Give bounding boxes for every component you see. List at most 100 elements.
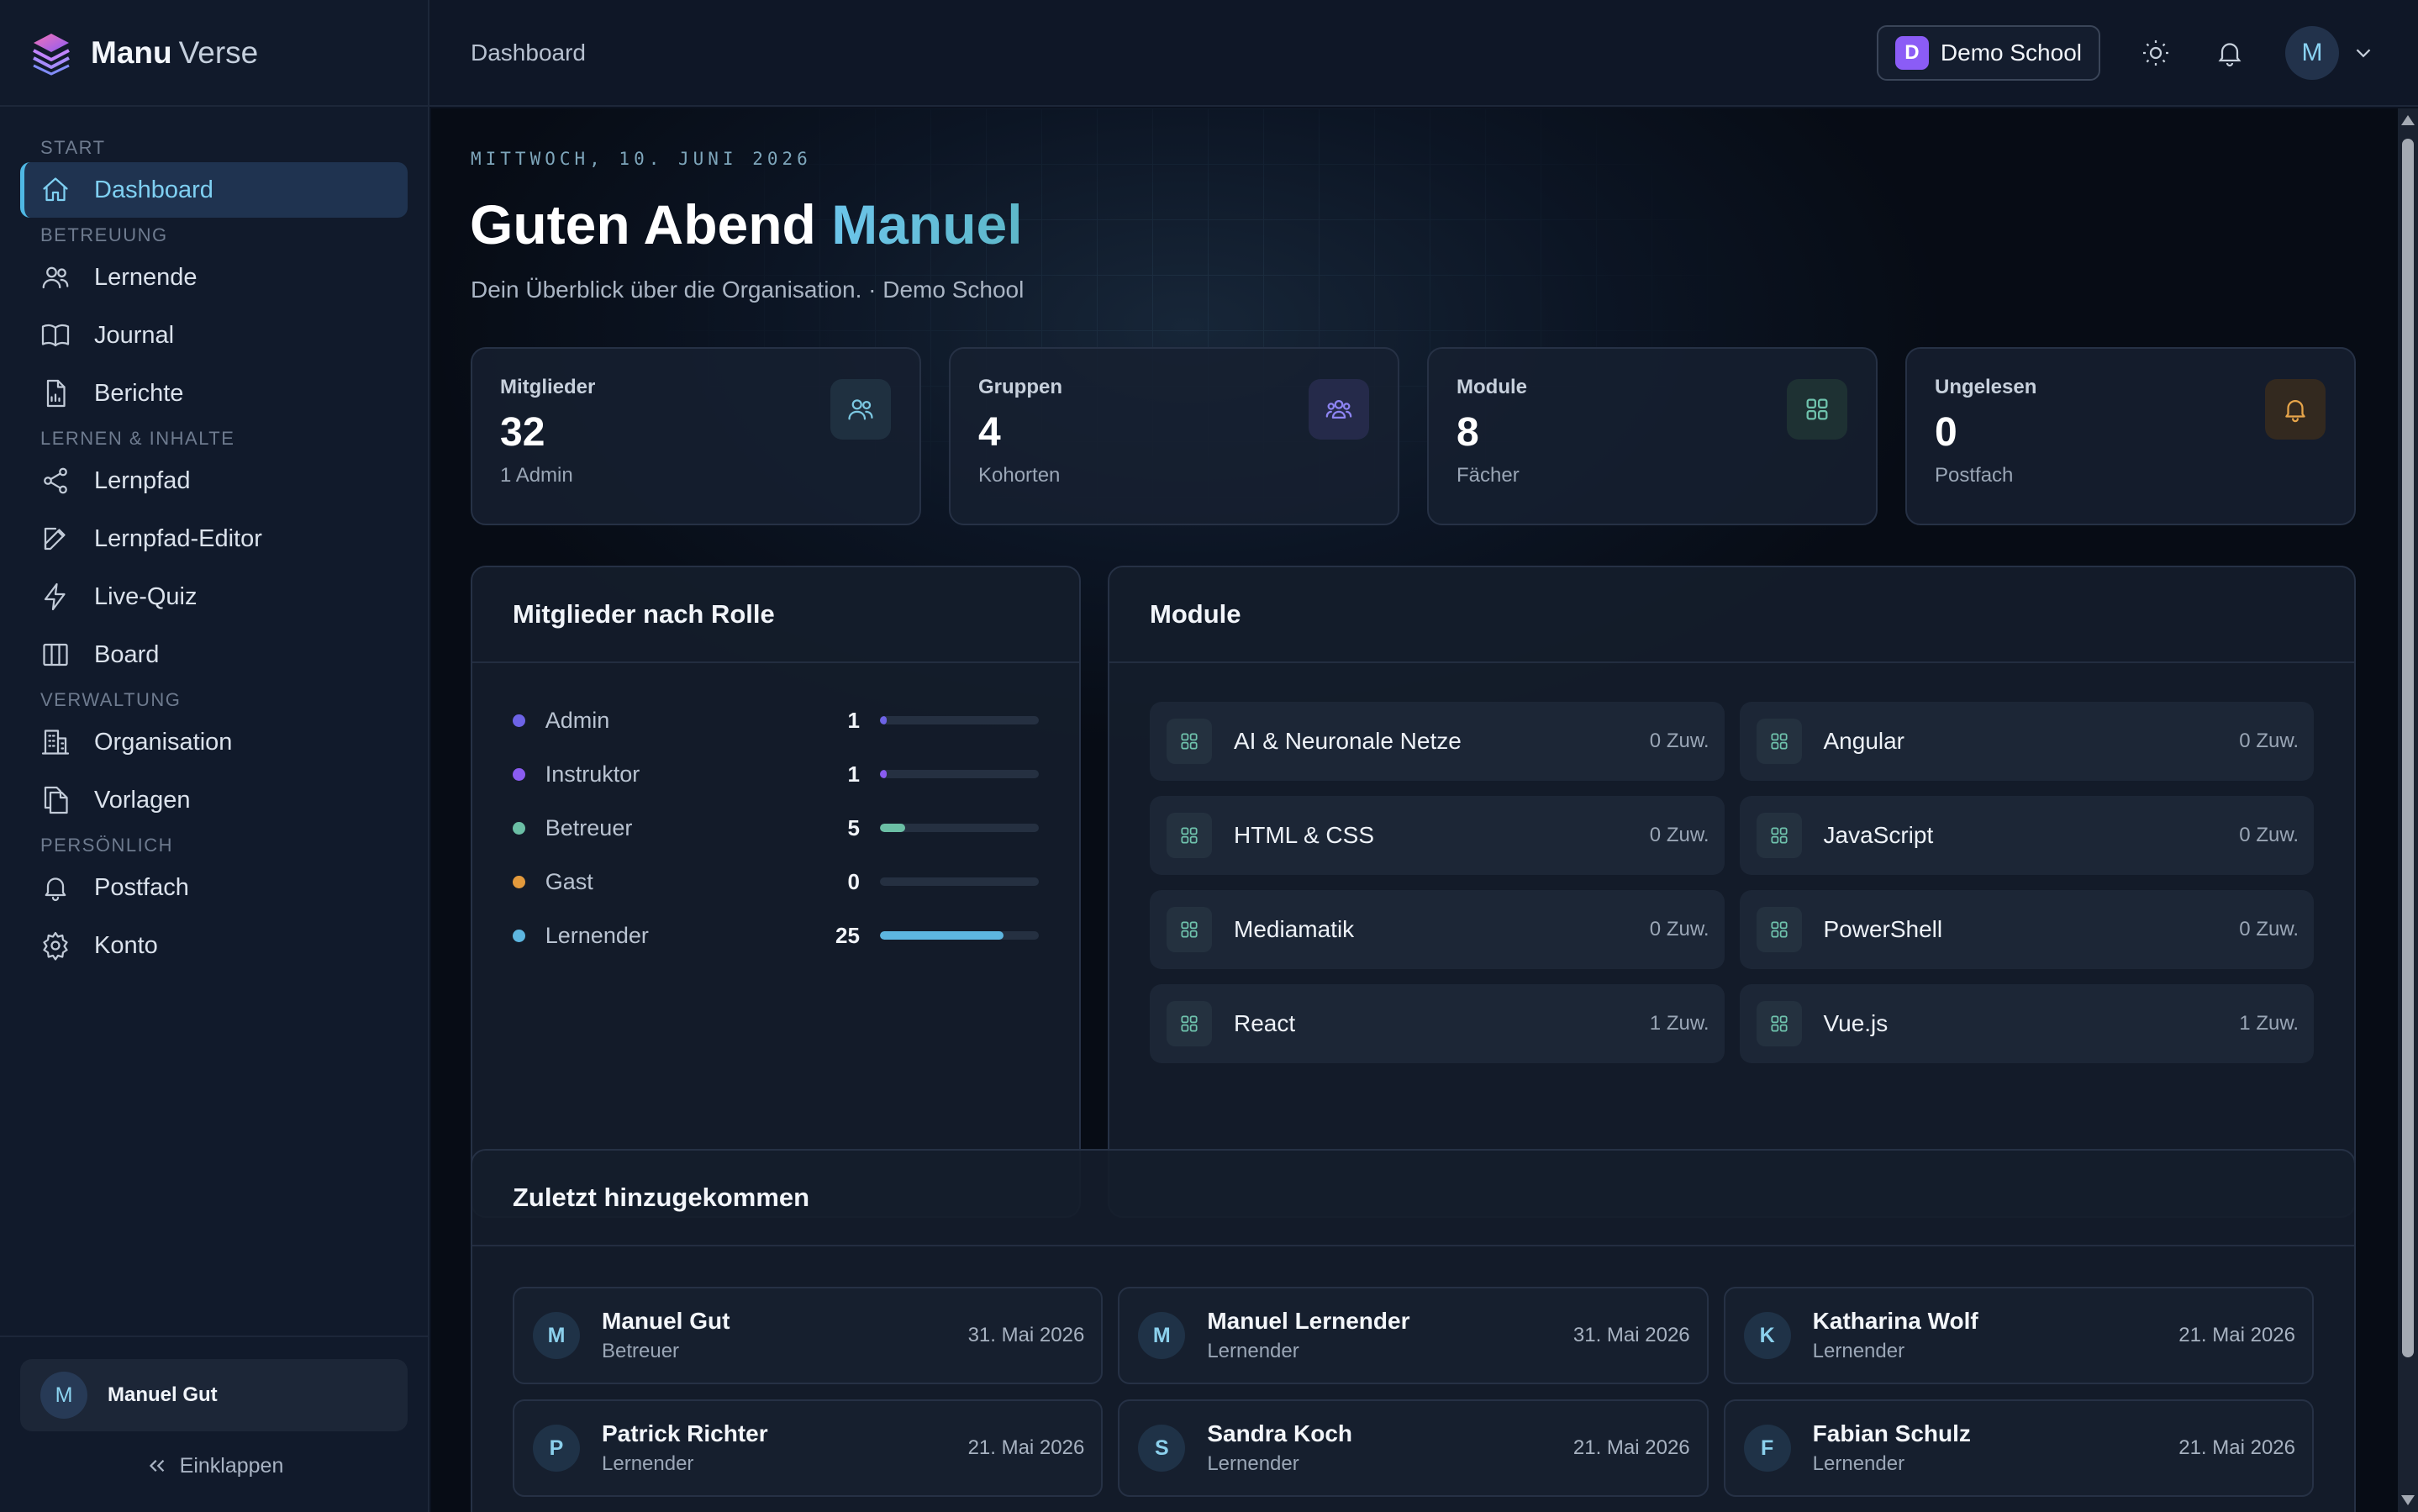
sidebar-item-label: Dashboard bbox=[94, 176, 213, 203]
scroll-up-arrow[interactable] bbox=[2401, 115, 2415, 125]
sidebar-user-card[interactable]: M Manuel Gut bbox=[20, 1359, 408, 1431]
role-row: Gast 0 bbox=[513, 855, 1039, 909]
user-avatar-button[interactable]: M bbox=[2285, 25, 2339, 80]
page-title: Guten Abend Manuel bbox=[470, 193, 1023, 256]
role-name: Betreuer bbox=[545, 814, 633, 840]
topbar: Dashboard D Demo School M bbox=[429, 0, 2418, 107]
module-item[interactable]: PowerShell 0 Zuw. bbox=[1739, 890, 2314, 969]
module-item[interactable]: Mediamatik 0 Zuw. bbox=[1150, 890, 1725, 969]
share-icon bbox=[44, 467, 67, 494]
stat-card-gruppen[interactable]: Gruppen 4 Kohorten bbox=[949, 347, 1399, 525]
module-item[interactable]: JavaScript 0 Zuw. bbox=[1739, 796, 2314, 875]
module-item[interactable]: HTML & CSS 0 Zuw. bbox=[1150, 796, 1725, 875]
avatar: P bbox=[533, 1425, 580, 1472]
nav-section-title: BETREUUNG bbox=[40, 224, 168, 245]
module-icon-box bbox=[1167, 813, 1212, 858]
modules-panel-title: Module bbox=[1109, 567, 2354, 663]
roles-list: Admin 1 Instruktor 1 Betreuer 5 Gast 0 Lernender… bbox=[472, 663, 1079, 962]
book-icon bbox=[41, 324, 70, 347]
sun-icon bbox=[2143, 40, 2168, 66]
recent-person-card[interactable]: P Patrick Richter Lernender 21. Mai 2026 bbox=[513, 1399, 1104, 1497]
role-name: Gast bbox=[545, 868, 593, 894]
sidebar-item-label: Board bbox=[94, 640, 160, 668]
brand[interactable]: Manu Verse bbox=[0, 0, 428, 107]
role-dot bbox=[513, 875, 525, 888]
collapse-sidebar-button[interactable]: Einklappen bbox=[20, 1453, 408, 1478]
sidebar-item-konto[interactable]: Konto bbox=[20, 918, 408, 973]
recent-person-card[interactable]: S Sandra Koch Lernender 21. Mai 2026 bbox=[1118, 1399, 1709, 1497]
module-item[interactable]: Angular 0 Zuw. bbox=[1739, 702, 2314, 781]
users-icon bbox=[42, 266, 69, 289]
stat-card-ungelesen[interactable]: Ungelesen 0 Postfach bbox=[1905, 347, 2356, 525]
sidebar-item-lernende[interactable]: Lernende bbox=[20, 250, 408, 305]
sidebar-item-lernpfad-editor[interactable]: Lernpfad-Editor bbox=[20, 511, 408, 566]
grid-icon bbox=[1770, 827, 1788, 844]
school-switcher-button[interactable]: D Demo School bbox=[1876, 24, 2100, 81]
sidebar-item-dashboard[interactable]: Dashboard bbox=[20, 162, 408, 218]
recent-person-card[interactable]: M Manuel Gut Betreuer 31. Mai 2026 bbox=[513, 1287, 1104, 1384]
chevron-down-icon[interactable] bbox=[2351, 40, 2376, 66]
sidebar-item-journal[interactable]: Journal bbox=[20, 308, 408, 363]
person-date: 21. Mai 2026 bbox=[2178, 1436, 2295, 1459]
person-date: 21. Mai 2026 bbox=[1572, 1436, 1690, 1459]
sidebar-item-board[interactable]: Board bbox=[20, 627, 408, 682]
sidebar-item-organisation[interactable]: Organisation bbox=[20, 714, 408, 770]
users-icon bbox=[848, 399, 873, 420]
bolt-icon bbox=[44, 582, 66, 611]
person-date: 31. Mai 2026 bbox=[967, 1324, 1085, 1346]
module-name: React bbox=[1234, 1010, 1296, 1036]
module-item[interactable]: React 1 Zuw. bbox=[1150, 984, 1725, 1063]
role-dot bbox=[513, 767, 525, 781]
avatar: F bbox=[1743, 1425, 1791, 1472]
recent-person-card[interactable]: K Katharina Wolf Lernender 21. Mai 2026 bbox=[1723, 1287, 2314, 1384]
sidebar-item-berichte[interactable]: Berichte bbox=[20, 366, 408, 421]
sidebar-item-vorlagen[interactable]: Vorlagen bbox=[20, 772, 408, 828]
role-bar bbox=[879, 770, 1039, 778]
theme-toggle-button[interactable] bbox=[2137, 34, 2174, 71]
grid-icon bbox=[1181, 827, 1198, 844]
gear-icon bbox=[43, 931, 68, 961]
stats-row: Mitglieder 32 1 Admin Gruppen 4 Kohorten Modul… bbox=[471, 347, 2356, 525]
role-row: Admin 1 bbox=[513, 693, 1039, 747]
grid-icon bbox=[1770, 921, 1788, 938]
module-item[interactable]: Vue.js 1 Zuw. bbox=[1739, 984, 2314, 1063]
scroll-down-arrow[interactable] bbox=[2401, 1495, 2415, 1505]
role-bar-fill bbox=[879, 931, 1004, 940]
person-date: 21. Mai 2026 bbox=[2178, 1324, 2295, 1346]
nav-section-title: PERSÖNLICH bbox=[40, 835, 174, 856]
notifications-button[interactable] bbox=[2211, 34, 2248, 71]
stat-hint: Kohorten bbox=[978, 464, 1061, 487]
sidebar-item-lernpfad[interactable]: Lernpfad bbox=[20, 453, 408, 508]
report-icon bbox=[46, 379, 66, 408]
module-icon-box bbox=[1756, 813, 1802, 858]
scroll-thumb[interactable] bbox=[2402, 139, 2414, 1357]
page-subtitle: Dein Überblick über die Organisation. · … bbox=[471, 277, 1025, 303]
bell-icon bbox=[2218, 42, 2242, 66]
sidebar-item-live-quiz[interactable]: Live-Quiz bbox=[20, 569, 408, 624]
module-assignments: 0 Zuw. bbox=[2239, 918, 2299, 940]
layers-logo-icon bbox=[33, 33, 70, 75]
role-bar-fill bbox=[879, 716, 887, 724]
stat-card-module[interactable]: Module 8 Fächer bbox=[1427, 347, 1878, 525]
role-dot bbox=[513, 714, 525, 727]
sidebar-item-label: Lernpfad-Editor bbox=[94, 524, 262, 552]
person-info: Manuel Lernender Lernender bbox=[1207, 1308, 1409, 1363]
stat-hint: 1 Admin bbox=[500, 464, 573, 487]
person-date: 31. Mai 2026 bbox=[1572, 1324, 1690, 1346]
module-item[interactable]: AI & Neuronale Netze 0 Zuw. bbox=[1150, 702, 1725, 781]
module-name: AI & Neuronale Netze bbox=[1234, 728, 1462, 754]
person-name: Katharina Wolf bbox=[1812, 1308, 1978, 1334]
module-name: Mediamatik bbox=[1234, 916, 1355, 942]
role-count: 25 bbox=[835, 922, 860, 948]
stat-card-mitglieder[interactable]: Mitglieder 32 1 Admin bbox=[471, 347, 921, 525]
module-icon-box bbox=[1756, 719, 1802, 764]
module-icon-box bbox=[1756, 907, 1802, 952]
recent-person-card[interactable]: M Manuel Lernender Lernender 31. Mai 2026 bbox=[1118, 1287, 1709, 1384]
role-bar bbox=[879, 931, 1039, 940]
sidebar-item-postfach[interactable]: Postfach bbox=[20, 860, 408, 915]
nav-section-title: VERWALTUNG bbox=[40, 689, 182, 710]
main-content: MITTWOCH, 10. JUNI 2026 Guten Abend Manu… bbox=[431, 108, 2398, 1512]
recent-person-card[interactable]: F Fabian Schulz Lernender 21. Mai 2026 bbox=[1723, 1399, 2314, 1497]
scrollbar[interactable] bbox=[2398, 108, 2418, 1512]
person-role: Betreuer bbox=[602, 1340, 680, 1362]
